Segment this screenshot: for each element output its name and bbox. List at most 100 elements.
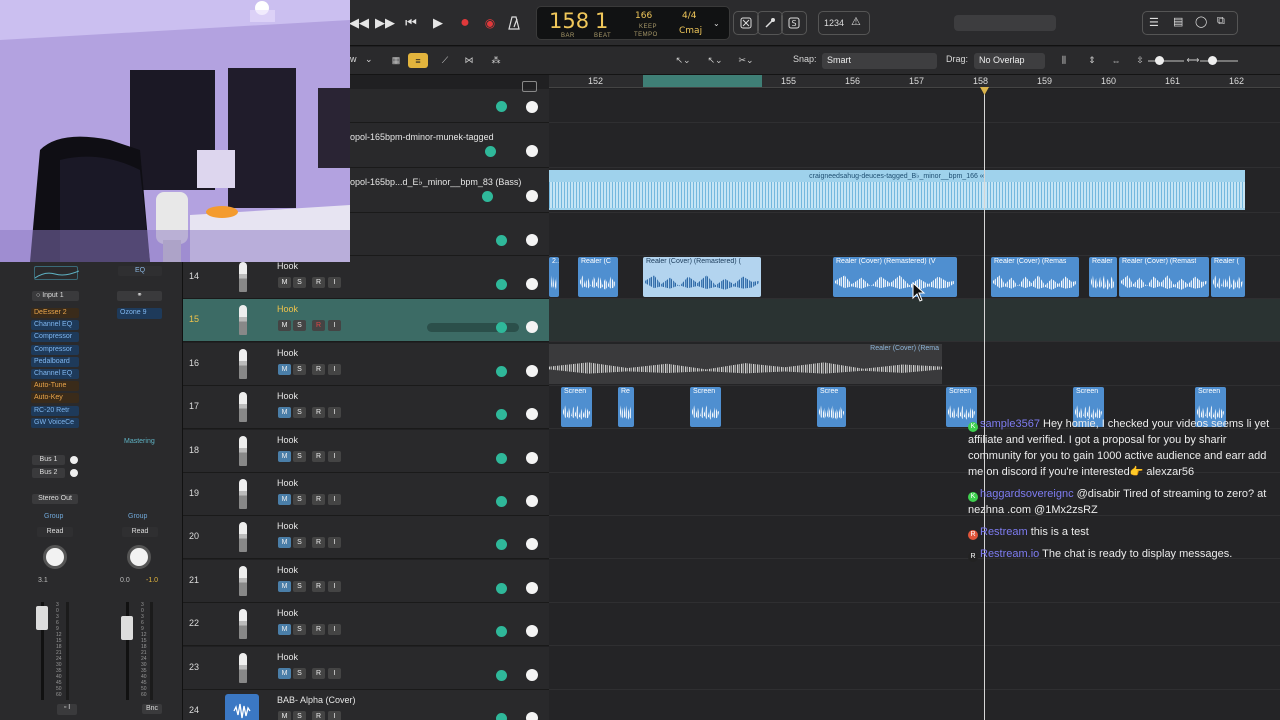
bus1-send-knob[interactable] xyxy=(70,456,78,464)
score-icon[interactable]: S xyxy=(781,11,807,35)
track-pan-knob[interactable] xyxy=(526,101,538,113)
track-header-upper-4[interactable] xyxy=(350,213,549,256)
volume-fader-2[interactable] xyxy=(121,616,133,640)
track-volume-knob[interactable] xyxy=(496,365,507,377)
hook-audio-region[interactable]: Realer (Cover) (Remast xyxy=(1119,257,1209,297)
mute-button[interactable]: M xyxy=(278,667,291,679)
track-volume-knob[interactable] xyxy=(496,452,507,464)
solo-button[interactable]: S xyxy=(293,580,306,592)
track-lane-23[interactable] xyxy=(549,647,1280,690)
command-tool-icon[interactable]: ↖⌄ xyxy=(702,53,728,68)
track-pan-knob[interactable] xyxy=(526,581,538,594)
solo-button[interactable]: S xyxy=(293,320,306,332)
lcd-display[interactable]: 158 1 BAR BEAT 166 KEEP TEMPO 4/4 Cmaj ⌄ xyxy=(536,6,730,40)
bus2-send-knob[interactable] xyxy=(70,469,78,477)
track-volume-knob[interactable] xyxy=(496,279,507,290)
plugin-slot[interactable]: Channel EQ xyxy=(31,320,79,331)
mute-button[interactable]: M xyxy=(278,407,291,419)
input-monitor-button[interactable]: I xyxy=(328,580,341,592)
solo-button[interactable]: S xyxy=(293,711,306,720)
track-pan-knob[interactable] xyxy=(526,408,538,421)
mute-button[interactable]: M xyxy=(278,580,291,592)
eq-button-2[interactable]: EQ xyxy=(118,266,162,276)
track-header-upper-2[interactable]: opol-165bpm-dminor-munek-tagged xyxy=(350,123,549,168)
automation-mode-2[interactable]: Read xyxy=(122,527,158,537)
record-enable-button[interactable]: R xyxy=(312,537,325,549)
waveform-zoom-icon[interactable]: ⫼ xyxy=(1054,53,1074,68)
pan-knob-2[interactable] xyxy=(127,545,151,569)
cycle-region[interactable] xyxy=(643,75,762,87)
hook-audio-region[interactable]: Realer (Cover) (Remastered) (V xyxy=(833,257,957,297)
record-enable-button[interactable]: R xyxy=(312,277,325,288)
hook-audio-region[interactable]: Realer ( xyxy=(1211,257,1245,297)
hook-audio-region[interactable]: Realer (Cover) (Remas xyxy=(991,257,1079,297)
metronome-icon[interactable] xyxy=(503,12,525,34)
drag-select[interactable]: No Overlap xyxy=(974,53,1045,69)
record-enable-button[interactable]: R xyxy=(312,407,325,419)
screen-audio-region[interactable]: Screen xyxy=(690,387,721,427)
lcd-dropdown-icon[interactable]: ⌄ xyxy=(713,19,720,28)
track-header-20[interactable]: 20 Hook M S R I xyxy=(183,516,549,560)
pan-knob-1[interactable] xyxy=(43,545,67,569)
track-pan-knob[interactable] xyxy=(526,668,538,681)
automation-icon[interactable]: ⟋ xyxy=(435,53,455,68)
track-header-upper-1[interactable] xyxy=(350,89,549,123)
track-header-23[interactable]: 23 Hook M S R I xyxy=(183,646,549,690)
mute-button[interactable]: M xyxy=(278,363,291,375)
record-enable-button[interactable]: R xyxy=(312,450,325,462)
bus2-send[interactable]: Bus 2 xyxy=(32,468,65,478)
record-enable-button[interactable]: R xyxy=(312,580,325,592)
track-header-upper-3[interactable]: opol-165bp...d_E♭_minor__bpm_83 (Bass) xyxy=(350,168,549,213)
input-monitor-button[interactable]: ▫ I xyxy=(57,704,77,715)
solo-button[interactable]: S xyxy=(293,624,306,636)
plugin-slot[interactable]: DeEsser 2 xyxy=(31,308,79,318)
track-volume-knob[interactable] xyxy=(496,713,507,720)
track-pan-knob[interactable] xyxy=(526,538,538,551)
group-slot-1[interactable]: Group xyxy=(44,513,63,520)
track-volume-knob[interactable] xyxy=(496,582,507,594)
track-lane-15[interactable] xyxy=(549,299,1280,343)
count-in-button[interactable]: 1234 xyxy=(824,18,844,28)
input-monitor-button[interactable]: I xyxy=(328,277,341,288)
play-button[interactable]: ▶ xyxy=(427,12,449,34)
track-lane[interactable] xyxy=(549,213,1280,256)
replace-icon[interactable] xyxy=(733,11,759,35)
mute-button[interactable]: M xyxy=(278,624,291,636)
track-pan-knob[interactable] xyxy=(526,451,538,464)
input-monitor-button[interactable]: I xyxy=(328,624,341,636)
solo-button[interactable]: S xyxy=(293,450,306,462)
input-monitor-button[interactable]: I xyxy=(328,363,341,375)
flex-icon[interactable]: ⋈ xyxy=(459,53,479,68)
link-icon[interactable]: ⚭ xyxy=(117,291,162,301)
vertical-fit-icon[interactable]: ⇕ xyxy=(1082,53,1102,68)
track-header-22[interactable]: 22 Hook M S R I xyxy=(183,603,549,647)
track-pan-knob[interactable] xyxy=(526,234,538,246)
track-header-14[interactable]: 14 Hook M S R I xyxy=(183,256,549,299)
input-slot[interactable]: ○ Input 1 xyxy=(32,291,79,301)
track-pan-knob[interactable] xyxy=(526,495,538,507)
eq-thumbnail[interactable] xyxy=(34,266,80,280)
pointer-tool-icon[interactable]: ↖⌄ xyxy=(670,53,696,68)
ozone-plugin-slot[interactable]: Ozone 9 xyxy=(117,308,162,319)
vertical-zoom-knob[interactable] xyxy=(1155,56,1164,65)
list-view-icon[interactable]: ≡ xyxy=(408,53,428,68)
input-monitor-button[interactable]: I xyxy=(328,711,341,720)
track-header-18[interactable]: 18 Hook M S R I xyxy=(183,429,549,473)
track-volume-knob[interactable] xyxy=(496,539,507,551)
track-header-settings-icon[interactable] xyxy=(522,81,537,92)
grid-view-icon[interactable]: ▦ xyxy=(386,53,406,68)
screen-audio-region[interactable]: Screen xyxy=(561,387,592,427)
record-enable-button[interactable]: R xyxy=(312,363,325,375)
notepad-icon[interactable]: ▤ xyxy=(1173,15,1183,28)
marquee-tool-icon[interactable]: ✂⌄ xyxy=(733,53,759,68)
horizontal-zoom-knob[interactable] xyxy=(1208,56,1217,65)
go-to-start-button[interactable]: ⏮ xyxy=(400,12,422,34)
record-enable-button[interactable]: R xyxy=(312,667,325,679)
track-volume-knob[interactable] xyxy=(496,669,507,681)
track-volume-knob[interactable] xyxy=(496,409,507,421)
view-menu[interactable]: w xyxy=(350,54,357,64)
track-pan-knob[interactable] xyxy=(526,190,538,202)
solo-button[interactable]: S xyxy=(293,407,306,419)
track-header-16[interactable]: 16 Hook M S R I xyxy=(183,342,549,386)
plugin-slot[interactable]: Auto-Key xyxy=(31,393,79,404)
